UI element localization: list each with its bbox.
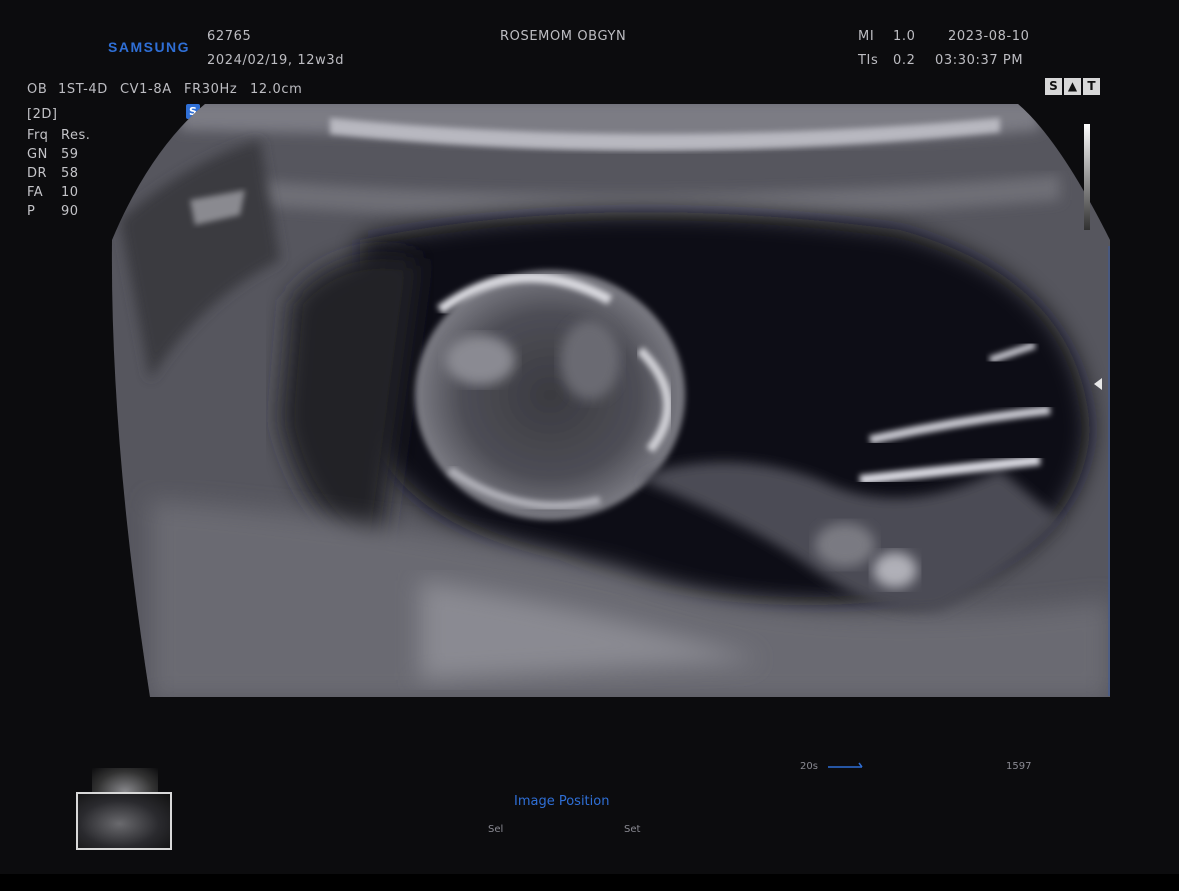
- select-hint: Sel: [488, 824, 504, 835]
- reference-thumbnail[interactable]: [76, 792, 172, 850]
- probe-view-thumbnail-top: [92, 768, 158, 792]
- depth-scale: [1108, 246, 1110, 696]
- image-position-control[interactable]: Image Position: [514, 794, 609, 809]
- grayscale-bar: [1084, 124, 1090, 230]
- bottom-bar: [0, 874, 1179, 891]
- frame-counter: 1597: [1006, 761, 1032, 772]
- cine-duration: 20s: [800, 761, 818, 772]
- set-hint: Set: [624, 824, 641, 835]
- focus-marker-icon[interactable]: [1094, 378, 1102, 390]
- cine-line-icon: [828, 762, 863, 768]
- ultrasound-image: [111, 104, 1110, 697]
